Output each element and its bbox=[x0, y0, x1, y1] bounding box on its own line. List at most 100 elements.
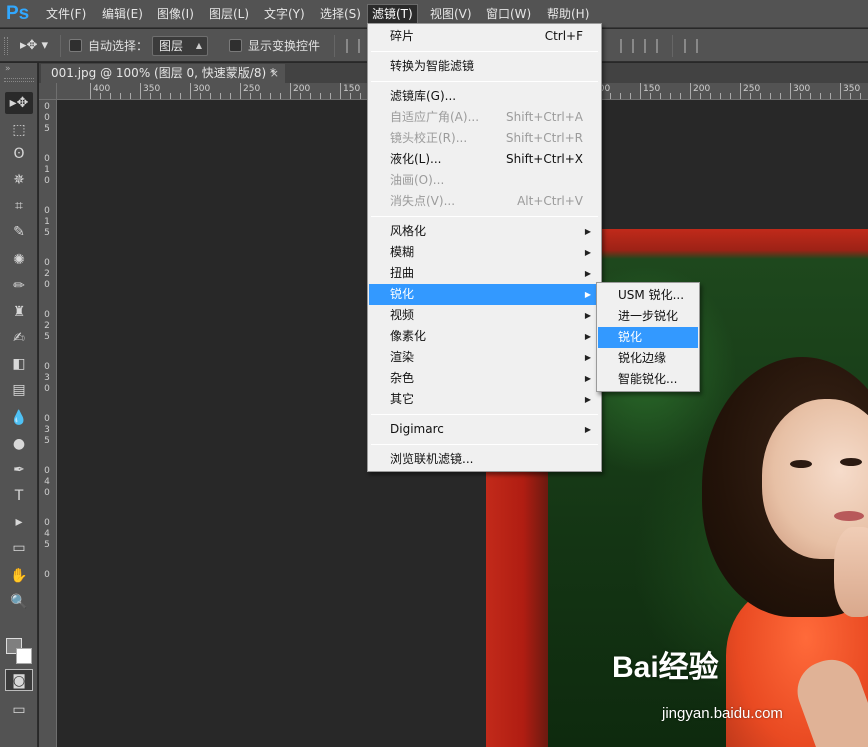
menu-type[interactable]: 文字(Y) bbox=[260, 5, 309, 24]
path-selection-tool-icon[interactable]: ▸ bbox=[5, 511, 33, 533]
ruler-label: 5 bbox=[44, 540, 50, 550]
menu-image[interactable]: 图像(I) bbox=[153, 5, 198, 24]
ruler-label: 5 bbox=[44, 228, 50, 238]
magic-wand-tool-icon[interactable]: ✵ bbox=[5, 169, 33, 191]
align-vertical-center-icon[interactable] bbox=[620, 39, 634, 53]
filter-menu-item-label: 碎片 bbox=[390, 29, 415, 43]
filter-menu-item-label: 扭曲 bbox=[390, 266, 415, 280]
menu-select[interactable]: 选择(S) bbox=[316, 5, 365, 24]
sharpen-submenu-item[interactable]: 进一步锐化 bbox=[598, 306, 698, 327]
menu-view[interactable]: 视图(V) bbox=[426, 5, 476, 24]
ruler-tick bbox=[820, 93, 821, 99]
ruler-label: 5 bbox=[44, 436, 50, 446]
ruler-tick bbox=[200, 93, 201, 99]
move-tool-icon[interactable]: ▸✥ bbox=[5, 92, 33, 114]
dodge-tool-icon[interactable]: ● bbox=[5, 433, 33, 455]
lasso-tool-icon[interactable]: ʘ bbox=[5, 143, 33, 165]
eyedropper-tool-icon[interactable]: ✎ bbox=[5, 221, 33, 243]
filter-menu-item[interactable]: 滤镜库(G)... bbox=[369, 86, 600, 107]
crop-tool-icon[interactable]: ⌗ bbox=[5, 195, 33, 217]
filter-menu-item[interactable]: 其它 ▶ bbox=[369, 389, 600, 410]
filter-menu-item[interactable]: 风格化 ▶ bbox=[369, 221, 600, 242]
filter-menu-item-label: 风格化 bbox=[390, 224, 427, 238]
sharpen-submenu-item[interactable]: USM 锐化... bbox=[598, 285, 698, 306]
document-tab[interactable]: 001.jpg @ 100% (图层 0, 快速蒙版/8) * × bbox=[41, 64, 285, 83]
move-tool-preset-icon[interactable]: ▸✥ ▾ bbox=[20, 37, 54, 55]
ruler-tick bbox=[620, 93, 621, 99]
align-bottom-icon[interactable] bbox=[644, 39, 658, 53]
screen-mode-icon[interactable]: ▭ bbox=[5, 699, 33, 721]
vertical-ruler[interactable]: 0050100150200250300350400450 bbox=[39, 100, 57, 747]
ruler-tick bbox=[670, 93, 671, 99]
ruler-label: 250 bbox=[743, 84, 761, 94]
gradient-tool-icon[interactable]: ▤ bbox=[5, 379, 33, 401]
collapse-panel-icon[interactable]: » bbox=[0, 63, 38, 77]
brush-tool-icon[interactable]: ✏ bbox=[5, 275, 33, 297]
ruler-label: 0 bbox=[44, 384, 50, 394]
ruler-label: 0 bbox=[44, 310, 50, 320]
filter-menu-item[interactable]: 渲染 ▶ bbox=[369, 347, 600, 368]
filter-menu-item[interactable]: 模糊 ▶ bbox=[369, 242, 600, 263]
menu-layer[interactable]: 图层(L) bbox=[205, 5, 253, 24]
filter-menu-item[interactable]: 杂色 ▶ bbox=[369, 368, 600, 389]
sharpen-submenu-item[interactable]: 锐化 bbox=[598, 327, 698, 348]
ruler-label: 150 bbox=[343, 84, 361, 94]
filter-menu-item[interactable]: 浏览联机滤镜... bbox=[369, 449, 600, 470]
filter-menu-item[interactable]: 镜头校正(R)... Shift+Ctrl+R bbox=[369, 128, 600, 149]
auto-select-target-dropdown[interactable]: 图层 ▲ bbox=[152, 36, 208, 56]
filter-menu-item[interactable]: 自适应广角(A)... Shift+Ctrl+A bbox=[369, 107, 600, 128]
photo-eye bbox=[840, 458, 862, 466]
auto-select-checkbox[interactable] bbox=[69, 39, 82, 52]
quick-mask-icon[interactable]: ◙ bbox=[5, 669, 33, 691]
menu-help[interactable]: 帮助(H) bbox=[543, 5, 593, 24]
close-document-icon[interactable]: × bbox=[270, 64, 279, 83]
ruler-tick bbox=[320, 93, 321, 99]
ruler-tick bbox=[100, 93, 101, 99]
tools-panel-grip[interactable] bbox=[4, 78, 34, 82]
ruler-tick bbox=[720, 93, 721, 99]
marquee-tool-icon[interactable]: ⬚ bbox=[5, 119, 33, 141]
filter-menu-item[interactable]: Digimarc ▶ bbox=[369, 419, 600, 440]
sharpen-submenu-item[interactable]: 智能锐化... bbox=[598, 369, 698, 390]
filter-menu-item-label: 杂色 bbox=[390, 371, 415, 385]
hand-tool-icon[interactable]: ✋ bbox=[5, 565, 33, 587]
distribute-icon[interactable] bbox=[684, 39, 698, 53]
show-transform-checkbox[interactable] bbox=[229, 39, 242, 52]
ruler-tick bbox=[220, 93, 221, 99]
menu-edit[interactable]: 编辑(E) bbox=[98, 5, 147, 24]
filter-menu-item[interactable]: 锐化 ▶ bbox=[369, 284, 600, 305]
ruler-tick bbox=[360, 93, 361, 99]
type-tool-icon[interactable]: T bbox=[5, 485, 33, 507]
filter-menu-item[interactable]: 像素化 ▶ bbox=[369, 326, 600, 347]
filter-menu-item[interactable]: 液化(L)... Shift+Ctrl+X bbox=[369, 149, 600, 170]
filter-menu-item-shortcut: Shift+Ctrl+X bbox=[506, 152, 583, 166]
menu-window[interactable]: 窗口(W) bbox=[482, 5, 535, 24]
clone-stamp-tool-icon[interactable]: ♜ bbox=[5, 301, 33, 323]
eraser-tool-icon[interactable]: ◧ bbox=[5, 353, 33, 375]
options-bar-grip[interactable] bbox=[4, 37, 8, 55]
tools-panel: » ▸✥ ⬚ ʘ ✵ ⌗ ✎ ✺ ✏ ♜ ✍ ◧ ▤ 💧 ● ✒ T ▸ ▭ ✋ 🔍 ◙ ▭ bbox=[0, 63, 38, 747]
ruler-tick bbox=[790, 83, 791, 99]
submenu-arrow-icon: ▶ bbox=[584, 269, 591, 278]
menu-file[interactable]: 文件(F) bbox=[42, 5, 90, 24]
zoom-tool-icon[interactable]: 🔍 bbox=[5, 591, 33, 613]
ruler-origin[interactable] bbox=[39, 83, 57, 100]
pen-tool-icon[interactable]: ✒ bbox=[5, 459, 33, 481]
background-color-swatch[interactable] bbox=[16, 648, 32, 664]
ruler-tick bbox=[270, 93, 271, 99]
sharpen-submenu-item[interactable]: 锐化边缘 bbox=[598, 348, 698, 369]
blur-tool-icon[interactable]: 💧 bbox=[5, 407, 33, 429]
ruler-tick bbox=[850, 93, 851, 99]
filter-menu-item[interactable]: 视频 ▶ bbox=[369, 305, 600, 326]
filter-menu-item[interactable]: 油画(O)... bbox=[369, 170, 600, 191]
filter-menu-item[interactable]: 转换为智能滤镜 bbox=[369, 56, 600, 77]
filter-menu-item[interactable]: 碎片 Ctrl+F bbox=[369, 26, 600, 47]
filter-menu-item[interactable]: 消失点(V)... Alt+Ctrl+V bbox=[369, 191, 600, 212]
shape-tool-icon[interactable]: ▭ bbox=[5, 537, 33, 559]
align-top-icon[interactable] bbox=[346, 39, 360, 53]
auto-select-label: 自动选择： bbox=[88, 39, 149, 53]
spot-healing-tool-icon[interactable]: ✺ bbox=[5, 249, 33, 271]
filter-menu-item[interactable]: 扭曲 ▶ bbox=[369, 263, 600, 284]
history-brush-tool-icon[interactable]: ✍ bbox=[5, 327, 33, 349]
ruler-tick bbox=[110, 93, 111, 99]
